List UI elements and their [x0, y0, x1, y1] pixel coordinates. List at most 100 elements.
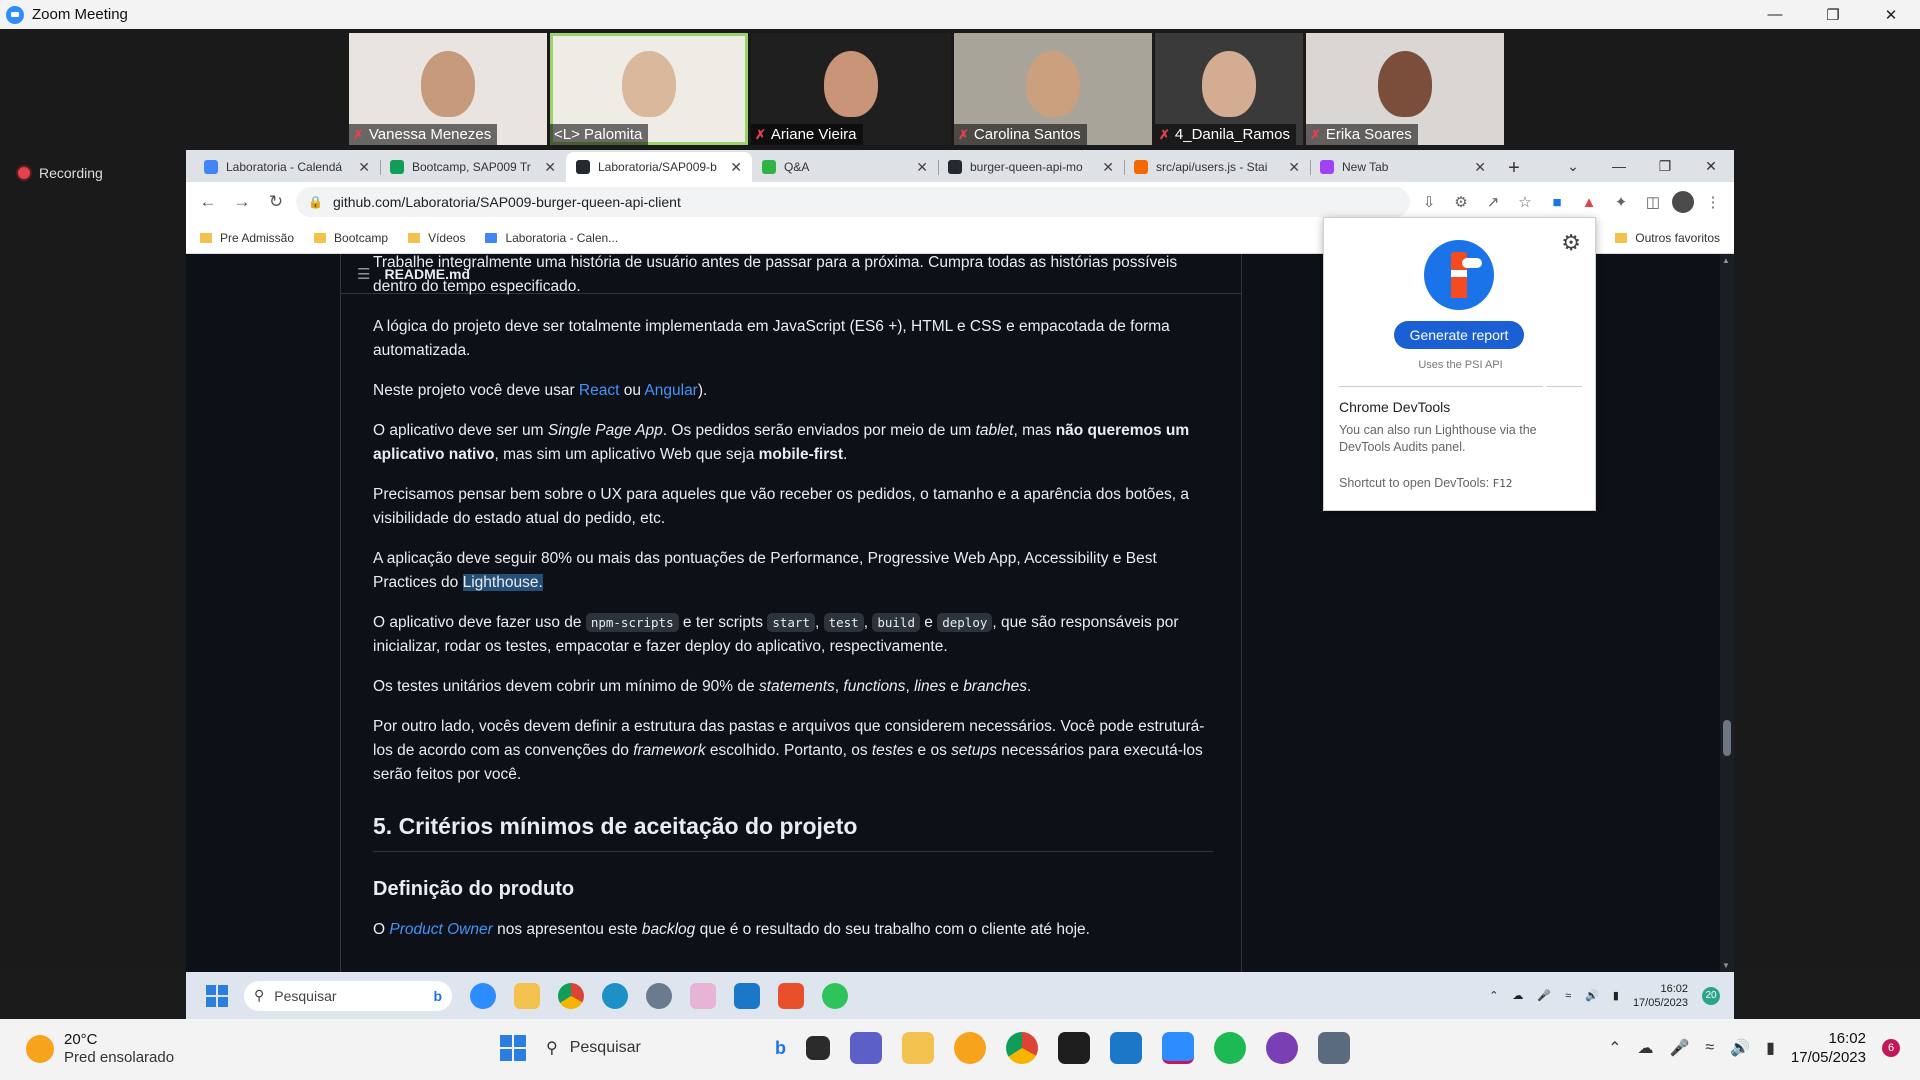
- generate-report-button[interactable]: Generate report: [1394, 321, 1524, 349]
- share-icon[interactable]: ↗: [1480, 189, 1506, 215]
- angular-link[interactable]: Angular: [644, 382, 697, 399]
- weather-widget[interactable]: 20°C Pred ensolarado: [26, 1031, 174, 1067]
- browser-restore-button[interactable]: ❐: [1642, 150, 1688, 182]
- chrome-app-icon[interactable]: [558, 982, 584, 1009]
- weather-app-icon[interactable]: [954, 1032, 986, 1064]
- shared-screen-clock[interactable]: 16:02 17/05/2023: [1633, 982, 1688, 1010]
- windows-start-icon[interactable]: [206, 984, 228, 1007]
- bookmark-star-icon[interactable]: ☆: [1512, 189, 1538, 215]
- figma-app-icon[interactable]: [1058, 1032, 1090, 1064]
- menu-dots-icon[interactable]: ⋮: [1700, 189, 1726, 215]
- react-link[interactable]: React: [579, 382, 620, 399]
- zoom-app-icon[interactable]: [1162, 1032, 1194, 1064]
- minimize-button[interactable]: —: [1746, 0, 1804, 29]
- profile-avatar[interactable]: [1672, 191, 1694, 213]
- battery-icon[interactable]: ▮: [1613, 989, 1619, 1002]
- teams-chat-icon[interactable]: [850, 1032, 882, 1064]
- vscode-app-icon[interactable]: [734, 982, 760, 1009]
- chrome-app-icon[interactable]: [1006, 1032, 1038, 1064]
- new-tab-button[interactable]: +: [1500, 154, 1528, 182]
- scroll-up-icon[interactable]: ▲: [1722, 256, 1730, 265]
- zoom-app-icon[interactable]: [470, 982, 496, 1009]
- extension-badge-icon[interactable]: ■: [1544, 189, 1570, 215]
- participant-tile[interactable]: <L> Palomita: [550, 33, 748, 145]
- bookmark-other-favorites[interactable]: Outros favoritos: [1615, 231, 1720, 245]
- tab-close-icon[interactable]: ✕: [544, 159, 556, 176]
- recording-indicator[interactable]: Recording: [18, 165, 103, 181]
- bookmark-laboratoria-calendar[interactable]: Laboratoria - Calen...: [485, 231, 618, 245]
- tab-close-icon[interactable]: ✕: [1288, 159, 1300, 176]
- chevron-up-icon[interactable]: ⌃: [1489, 989, 1498, 1002]
- reload-icon[interactable]: ↻: [262, 188, 290, 216]
- cloud-icon[interactable]: ☁: [1512, 989, 1523, 1002]
- microphone-icon[interactable]: 🎤: [1537, 989, 1551, 1002]
- tab-search-icon[interactable]: ⌄: [1550, 150, 1596, 182]
- volume-icon[interactable]: 🔊: [1730, 1038, 1750, 1058]
- participant-tile[interactable]: ✗ 4_Danila_Ramos: [1155, 33, 1303, 145]
- volume-icon[interactable]: 🔊: [1585, 989, 1599, 1002]
- restore-button[interactable]: ❐: [1804, 0, 1862, 29]
- scroll-thumb[interactable]: [1723, 720, 1731, 756]
- participant-tile[interactable]: ✗ Vanessa Menezes: [349, 33, 547, 145]
- taskbar-search[interactable]: ⚲ Pesquisar b: [244, 980, 452, 1011]
- notification-badge[interactable]: 6: [1882, 1039, 1900, 1057]
- file-explorer-icon[interactable]: [514, 982, 540, 1009]
- system-clock[interactable]: 16:02 17/05/2023: [1791, 1029, 1866, 1067]
- notification-badge[interactable]: 20: [1702, 986, 1720, 1005]
- browser-close-button[interactable]: ✕: [1688, 150, 1734, 182]
- browser-tab[interactable]: Laboratoria - Calendá ✕: [194, 152, 380, 182]
- github-desktop-icon[interactable]: [1266, 1032, 1298, 1064]
- windows-search[interactable]: ⚲ Pesquisar b: [546, 1038, 786, 1059]
- back-arrow-icon[interactable]: ←: [194, 188, 222, 216]
- outline-list-icon[interactable]: ☰: [357, 265, 370, 283]
- calculator-app-icon[interactable]: [1318, 1032, 1350, 1064]
- browser-tab[interactable]: burger-queen-api-mo ✕: [938, 152, 1124, 182]
- extensions-puzzle-icon[interactable]: ✦: [1608, 189, 1634, 215]
- browser-tab[interactable]: New Tab ✕: [1310, 152, 1496, 182]
- tab-close-icon[interactable]: ✕: [916, 159, 928, 176]
- tab-close-icon[interactable]: ✕: [1102, 159, 1114, 176]
- forward-arrow-icon[interactable]: →: [228, 188, 256, 216]
- product-owner-link[interactable]: Product Owner: [389, 921, 492, 938]
- translate-icon[interactable]: ⚙: [1448, 189, 1474, 215]
- tab-close-icon[interactable]: ✕: [1474, 159, 1486, 176]
- chevron-up-icon[interactable]: ⌃: [1608, 1038, 1621, 1058]
- office-app-icon[interactable]: [778, 982, 804, 1009]
- browser-tab[interactable]: Bootcamp, SAP009 Tr ✕: [380, 152, 566, 182]
- tab-close-icon[interactable]: ✕: [358, 159, 370, 176]
- lighthouse-extension-icon[interactable]: ▲: [1576, 189, 1602, 215]
- scroll-down-icon[interactable]: ▼: [1722, 961, 1730, 970]
- wifi-icon[interactable]: ≈: [1565, 990, 1571, 1002]
- vscode-app-icon[interactable]: [1110, 1032, 1142, 1064]
- microphone-icon[interactable]: 🎤: [1669, 1038, 1689, 1058]
- whatsapp-app-icon[interactable]: [822, 982, 848, 1009]
- bing-icon[interactable]: b: [433, 988, 442, 1004]
- bookmark-bootcamp[interactable]: Bootcamp: [314, 231, 388, 245]
- battery-icon[interactable]: ▮: [1766, 1038, 1775, 1058]
- install-app-icon[interactable]: ⇩: [1416, 189, 1442, 215]
- wifi-icon[interactable]: ≈: [1705, 1039, 1714, 1057]
- settings-gear-icon[interactable]: ⚙: [1561, 230, 1581, 256]
- browser-minimize-button[interactable]: —: [1596, 150, 1642, 182]
- address-bar[interactable]: 🔒 github.com/Laboratoria/SAP009-burger-q…: [296, 187, 1410, 217]
- page-scrollbar[interactable]: ▲ ▼: [1720, 254, 1734, 972]
- participant-tile[interactable]: ✗ Ariane Vieira: [751, 33, 951, 145]
- bing-icon[interactable]: b: [775, 1038, 786, 1059]
- slack-app-icon[interactable]: [690, 982, 716, 1009]
- file-explorer-icon[interactable]: [902, 1032, 934, 1064]
- spotify-app-icon[interactable]: [1214, 1032, 1246, 1064]
- bookmark-pre-admissao[interactable]: Pre Admissão: [200, 231, 294, 245]
- cloud-icon[interactable]: ☁: [1637, 1038, 1653, 1058]
- participant-tile[interactable]: ✗ Erika Soares: [1306, 33, 1504, 145]
- lock-icon[interactable]: 🔒: [308, 195, 323, 209]
- task-view-icon[interactable]: [806, 1036, 830, 1060]
- edge-app-icon[interactable]: [602, 982, 628, 1009]
- side-panel-icon[interactable]: ◫: [1640, 189, 1666, 215]
- windows-start-icon[interactable]: [500, 1035, 526, 1061]
- browser-tab[interactable]: src/api/users.js - Stai ✕: [1124, 152, 1310, 182]
- participant-tile[interactable]: ✗ Carolina Santos: [954, 33, 1152, 145]
- close-button[interactable]: ✕: [1862, 0, 1920, 29]
- settings-app-icon[interactable]: [646, 982, 672, 1009]
- browser-tab[interactable]: Laboratoria/SAP009-b ✕: [566, 152, 752, 182]
- tab-close-icon[interactable]: ✕: [730, 159, 742, 176]
